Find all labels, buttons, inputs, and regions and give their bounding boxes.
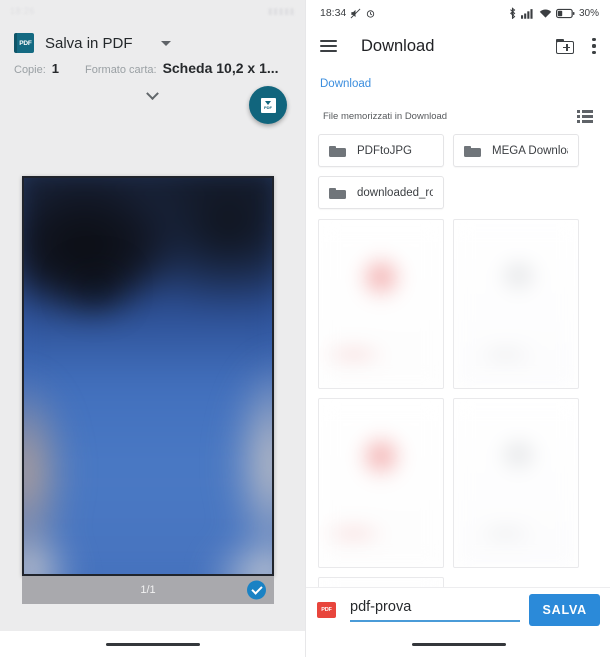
left-navigation-bar	[0, 631, 305, 657]
save-file-bar: PDF SALVA	[306, 587, 610, 631]
folder-name: downloaded_rom	[357, 186, 433, 199]
mute-icon	[350, 8, 361, 19]
file-card-grid	[306, 209, 610, 625]
page-counter: 1/1	[140, 584, 156, 596]
status-time: 18:34	[320, 7, 347, 19]
copies-label: Copie:	[14, 64, 46, 76]
pdf-icon-label: PDF	[19, 39, 32, 47]
page-title: Download	[361, 36, 435, 55]
printer-name: Salva in PDF	[45, 34, 133, 52]
left-status-bar: 18:26 ▮▮▮▮▮	[0, 0, 305, 22]
printer-selector-row[interactable]: PDF Salva in PDF	[14, 26, 291, 60]
paper-size-label: Formato carta:	[85, 64, 157, 76]
paper-size-value[interactable]: Scheda 10,2 x 1...	[163, 60, 279, 76]
wifi-icon	[539, 8, 552, 19]
breadcrumb-label[interactable]: Download	[320, 78, 371, 90]
folder-item[interactable]: MEGA Downloa...	[453, 134, 579, 167]
signal-bars-icon	[520, 8, 535, 19]
folder-item[interactable]: downloaded_rom	[318, 176, 444, 209]
hamburger-menu-icon[interactable]	[320, 40, 337, 52]
save-pdf-fab[interactable]: PDF	[249, 86, 287, 124]
right-panel-file-manager: 18:34 30% Download Download File memoriz…	[305, 0, 610, 657]
right-navigation-bar	[306, 631, 610, 657]
kebab-menu-icon[interactable]	[592, 38, 596, 54]
file-card[interactable]	[453, 219, 579, 389]
print-options-row: Copie: 1 Formato carta: Scheda 10,2 x 1.…	[14, 60, 291, 84]
caret-down-icon[interactable]	[160, 40, 171, 46]
breadcrumb[interactable]: Download	[306, 66, 610, 92]
list-view-icon[interactable]	[577, 110, 593, 123]
new-folder-icon[interactable]	[556, 38, 574, 54]
file-card[interactable]	[453, 398, 579, 568]
folder-list: PDFtoJPG MEGA Downloa... downloaded_rom	[306, 123, 610, 209]
folder-icon	[329, 144, 346, 157]
left-status-time: 18:26	[10, 6, 36, 16]
section-label: File memorizzati in Download	[323, 111, 448, 122]
status-left-group: 18:34	[320, 7, 376, 19]
copies-value[interactable]: 1	[52, 61, 59, 76]
left-status-icons: ▮▮▮▮▮	[267, 5, 295, 16]
section-header: File memorizzati in Download	[306, 92, 610, 123]
right-status-bar: 18:34 30%	[306, 0, 610, 26]
folder-item[interactable]: PDFtoJPG	[318, 134, 444, 167]
chevron-down-icon[interactable]	[146, 86, 159, 100]
battery-percent: 30%	[578, 7, 599, 19]
preview-page-image	[22, 176, 274, 576]
file-card[interactable]	[318, 219, 444, 389]
status-right-group: 30%	[508, 7, 599, 19]
filename-field-wrapper	[350, 598, 521, 622]
battery-icon	[555, 8, 575, 19]
pdf-icon-label: PDF	[321, 606, 332, 613]
home-pill[interactable]	[105, 642, 200, 646]
home-pill[interactable]	[411, 642, 506, 646]
document-preview[interactable]: 1/1	[22, 176, 274, 604]
file-card[interactable]	[318, 398, 444, 568]
alarm-icon	[365, 8, 376, 19]
save-pdf-icon: PDF	[260, 97, 276, 113]
check-circle-icon[interactable]	[247, 580, 266, 600]
folder-icon	[329, 186, 346, 199]
bluetooth-icon	[508, 7, 517, 19]
folder-name: MEGA Downloa...	[492, 144, 568, 157]
fab-icon-label: PDF	[264, 104, 272, 110]
folder-icon	[464, 144, 481, 157]
left-panel-print-dialog: 18:26 ▮▮▮▮▮ PDF Salva in PDF Copie: 1 Fo…	[0, 0, 305, 657]
pdf-icon: PDF	[317, 601, 336, 618]
preview-footer: 1/1	[22, 576, 274, 604]
dual-screenshot-container: 18:26 ▮▮▮▮▮ PDF Salva in PDF Copie: 1 Fo…	[0, 0, 610, 657]
filename-input[interactable]	[350, 598, 521, 622]
app-bar: Download	[306, 26, 610, 66]
save-button[interactable]: SALVA	[529, 593, 600, 626]
pdf-icon: PDF	[14, 33, 34, 53]
folder-name: PDFtoJPG	[357, 144, 412, 157]
